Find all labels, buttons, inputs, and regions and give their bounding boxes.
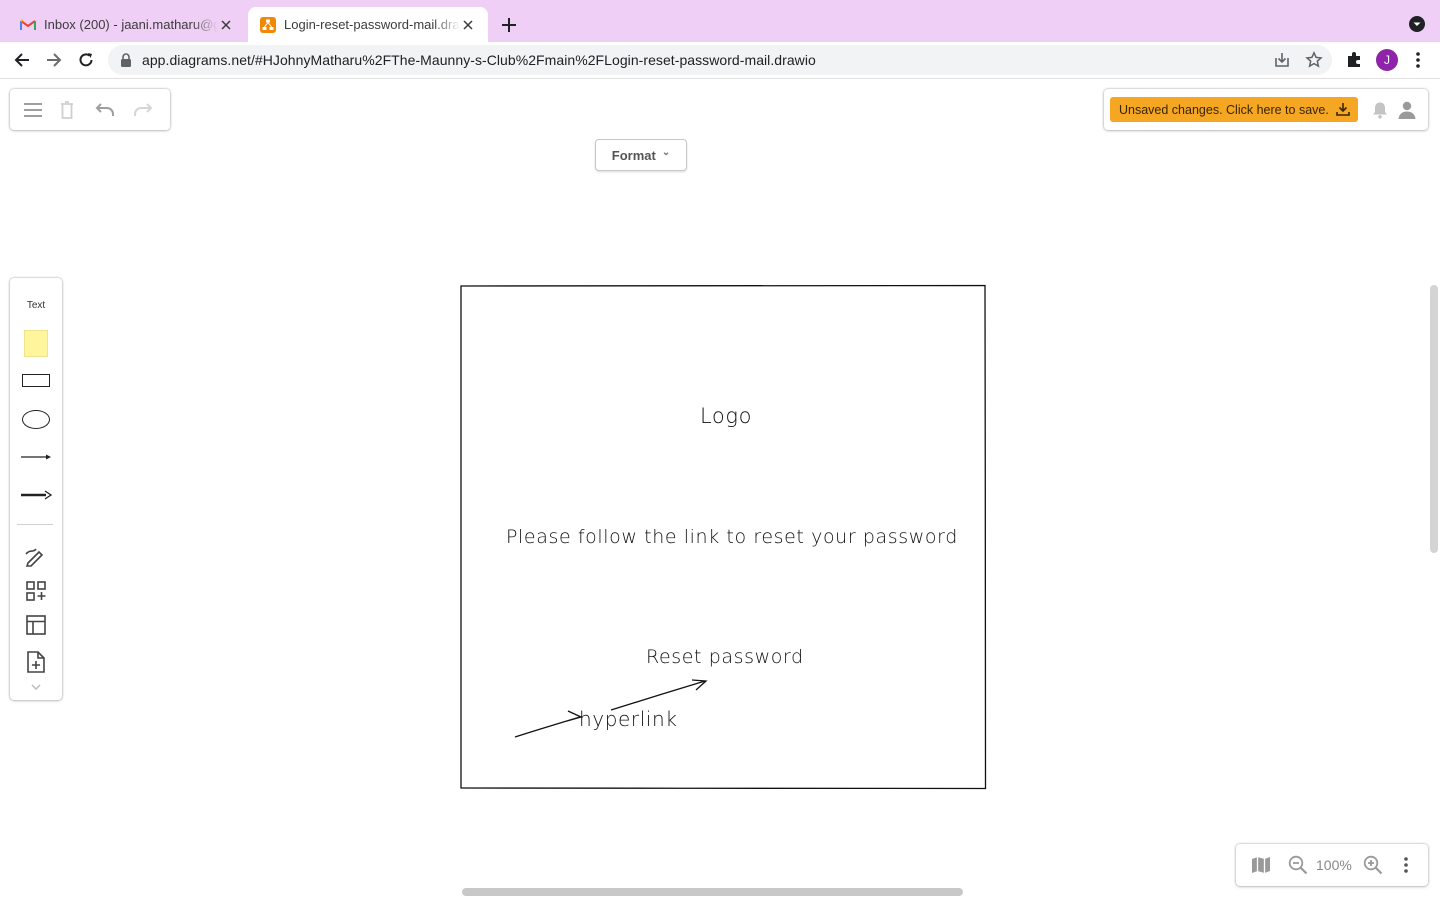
reset-link-arrow[interactable] (610, 679, 708, 711)
table-tool[interactable] (10, 614, 62, 636)
rectangle-icon (22, 373, 50, 387)
gmail-icon (20, 18, 36, 30)
browser-tab-strip: Inbox (200) - jaani.matharu@gmail.com Lo… (0, 0, 1440, 42)
block-arrow-icon (21, 490, 52, 500)
more-options-button[interactable] (1396, 855, 1416, 875)
line-shape[interactable] (10, 450, 62, 464)
bell-icon[interactable] (1371, 101, 1389, 119)
tab-title: Login-reset-password-mail.drawio (284, 17, 460, 32)
download-icon (1336, 103, 1350, 116)
save-panel: Unsaved changes. Click here to save. (1104, 89, 1428, 130)
star-icon[interactable] (1305, 51, 1323, 69)
trash-icon (61, 101, 73, 119)
reload-icon (79, 53, 93, 67)
line-arrow-icon (21, 454, 51, 460)
tab-drawio[interactable]: Login-reset-password-mail.drawio (248, 7, 488, 42)
browser-menu-button[interactable] (1406, 49, 1430, 71)
more-shapes-button[interactable] (10, 580, 62, 602)
zoom-out-button[interactable] (1288, 855, 1308, 875)
ellipse-shape[interactable] (10, 408, 62, 430)
install-app-icon[interactable] (1273, 51, 1291, 69)
sticky-note-icon (24, 329, 48, 357)
address-bar[interactable]: app.diagrams.net/#HJohnyMatharu%2FThe-Ma… (108, 45, 1332, 75)
forward-button[interactable] (42, 49, 66, 71)
text-shape-label: Text (26, 299, 46, 311)
close-icon[interactable] (218, 17, 234, 33)
tab-search-icon[interactable] (1408, 15, 1426, 33)
zoom-out-icon (1288, 855, 1308, 875)
tab-gmail[interactable]: Inbox (200) - jaani.matharu@gmail.com (8, 7, 246, 42)
kebab-menu-icon (1416, 52, 1420, 68)
expand-sidebar-button[interactable] (10, 680, 62, 694)
menu-button[interactable] (21, 98, 45, 122)
zoom-in-icon (1363, 855, 1383, 875)
reset-message-text[interactable]: Please follow the link to reset your pas… (506, 526, 958, 548)
delete-button[interactable] (55, 98, 79, 122)
lock-icon[interactable] (120, 53, 132, 67)
diagram-canvas[interactable]: Logo Please follow the link to reset you… (0, 79, 1440, 900)
table-icon (26, 615, 46, 635)
shapes-sidebar: Text (10, 278, 62, 700)
zoom-panel: 100% (1236, 844, 1428, 886)
map-icon (1252, 857, 1270, 873)
redo-button[interactable] (131, 98, 155, 122)
format-label: Format (611, 147, 656, 163)
insert-page-tool[interactable] (10, 650, 62, 674)
rectangle-shape[interactable] (10, 372, 62, 388)
new-tab-button[interactable] (498, 14, 520, 36)
back-button[interactable] (10, 49, 34, 71)
logo-placeholder[interactable]: Logo (700, 404, 752, 428)
tab-title: Inbox (200) - jaani.matharu@gmail.com (44, 17, 218, 32)
profile-avatar[interactable]: J (1376, 49, 1398, 71)
outline-button[interactable] (1251, 855, 1271, 875)
redo-icon (134, 103, 153, 116)
undo-icon (95, 103, 114, 116)
edit-toolbar (10, 89, 170, 130)
format-button[interactable]: Format ⌄ (595, 139, 687, 171)
hyperlink-arrow[interactable] (514, 710, 583, 738)
arrow-left-icon (14, 53, 29, 67)
plus-icon (502, 18, 516, 32)
chevron-down-icon: ⌄ (661, 146, 671, 158)
sidebar-divider (17, 524, 53, 525)
drawio-icon (260, 16, 276, 33)
kebab-menu-icon (1404, 857, 1408, 873)
browser-toolbar: app.diagrams.net/#HJohnyMatharu%2FThe-Ma… (0, 42, 1440, 79)
url-text[interactable]: app.diagrams.net/#HJohnyMatharu%2FThe-Ma… (142, 52, 816, 68)
freehand-tool[interactable] (10, 546, 62, 568)
save-notice: Unsaved changes. Click here to save. (1119, 102, 1329, 117)
vertical-scrollbar[interactable] (1430, 285, 1438, 553)
hyperlink-annotation[interactable]: hyperlink (579, 707, 678, 731)
text-shape[interactable]: Text (10, 297, 62, 313)
close-icon[interactable] (460, 17, 476, 33)
chevron-down-icon (31, 684, 41, 690)
pen-icon (25, 548, 44, 567)
zoom-level[interactable]: 100% (1316, 857, 1352, 873)
user-icon[interactable] (1397, 100, 1417, 120)
ellipse-icon (22, 409, 50, 429)
drawio-editor: Logo Please follow the link to reset you… (0, 79, 1440, 900)
extensions-button[interactable] (1342, 49, 1366, 71)
arrow-right-icon (47, 53, 62, 67)
zoom-in-button[interactable] (1363, 855, 1383, 875)
unsaved-changes-button[interactable]: Unsaved changes. Click here to save. (1110, 97, 1358, 122)
horizontal-scrollbar[interactable] (462, 888, 963, 896)
note-shape[interactable] (10, 329, 62, 357)
diagram-drawing (460, 284, 987, 790)
puzzle-icon (1348, 52, 1360, 67)
reset-password-link[interactable]: Reset password (646, 646, 804, 668)
reload-button[interactable] (74, 49, 98, 71)
hamburger-menu-icon (24, 103, 42, 117)
arrow-shape[interactable] (10, 488, 62, 502)
add-page-icon (27, 651, 45, 673)
undo-button[interactable] (93, 98, 117, 122)
add-shapes-icon (26, 581, 46, 601)
